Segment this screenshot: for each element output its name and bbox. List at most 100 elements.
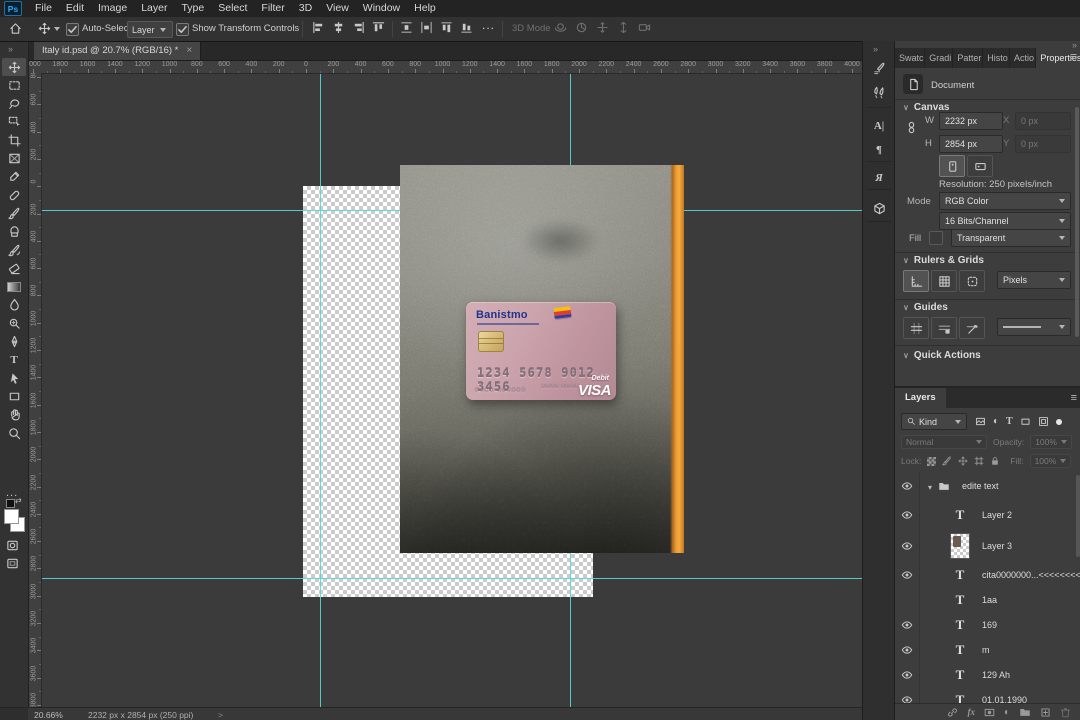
layer-visibility-cell[interactable]: [895, 612, 920, 637]
tool-hand[interactable]: [2, 406, 26, 424]
guide-vertical-1[interactable]: [320, 73, 321, 707]
menu-3d[interactable]: 3D: [292, 0, 319, 17]
paragraph-panel-icon[interactable]: ¶: [863, 139, 895, 161]
layer-name[interactable]: 129 Ah: [982, 670, 1010, 680]
ruler-horizontal[interactable]: 2000180016001400120010008006004002000200…: [28, 60, 862, 74]
layer-row[interactable]: T01.01.1990: [895, 687, 1080, 703]
mode-dropdown[interactable]: RGB Color: [939, 192, 1071, 210]
tool-move[interactable]: [2, 58, 26, 76]
collapse-toolbar-icon[interactable]: »: [8, 44, 12, 54]
tool-brush[interactable]: [2, 204, 26, 222]
layer-visibility-cell[interactable]: [895, 587, 920, 612]
layer-row[interactable]: TLayer 2: [895, 500, 1080, 530]
tool-lasso[interactable]: [2, 95, 26, 113]
align-icon-al1[interactable]: [312, 21, 325, 34]
foreground-color-swatch[interactable]: [4, 509, 19, 524]
guide-horizontal-1b[interactable]: [684, 210, 862, 211]
layer-filter-kind-dropdown[interactable]: Kind: [901, 413, 967, 430]
tab-swatc[interactable]: Swatc: [895, 48, 925, 68]
layer-mask-icon[interactable]: [984, 707, 995, 718]
eye-icon[interactable]: [901, 619, 913, 631]
menu-image[interactable]: Image: [91, 0, 134, 17]
layer-row[interactable]: T129 Ah: [895, 662, 1080, 688]
eye-icon[interactable]: [901, 540, 913, 552]
tool-hbrush[interactable]: [2, 241, 26, 259]
depth-dropdown[interactable]: 16 Bits/Channel: [939, 212, 1071, 230]
tool-eyedrop[interactable]: [2, 168, 26, 186]
close-tab-icon[interactable]: ×: [186, 45, 192, 56]
menu-edit[interactable]: Edit: [59, 0, 91, 17]
guide-horizontal-1a[interactable]: [41, 210, 400, 211]
guide-horizontal-2[interactable]: [41, 578, 862, 579]
tool-frame[interactable]: [2, 150, 26, 168]
ruler-vertical[interactable]: 8006004002000200400600800100012001400160…: [28, 73, 42, 707]
quick-mask-icon[interactable]: [6, 539, 19, 552]
layer-visibility-cell[interactable]: [895, 471, 920, 500]
eye-icon[interactable]: [901, 509, 913, 521]
tab-histo[interactable]: Histo: [983, 48, 1010, 68]
lock-transparency-icon[interactable]: [927, 457, 936, 466]
adjustment-filter-icon[interactable]: ◐: [993, 416, 999, 427]
brushes-panel-icon[interactable]: [863, 81, 895, 103]
tab-gradi[interactable]: Gradi: [925, 48, 953, 68]
distribute-icon-di1[interactable]: [400, 21, 413, 34]
layer-name[interactable]: 1aa: [982, 595, 997, 605]
tool-crop[interactable]: [2, 131, 26, 149]
distribute-icon-di4[interactable]: [460, 21, 473, 34]
layer-row[interactable]: Tcita0000000...<<<<<<<<0 d: [895, 562, 1080, 588]
adjustment-layer-icon[interactable]: ◐: [1004, 707, 1010, 718]
toggle-rulers-button[interactable]: [903, 270, 929, 292]
layer-row[interactable]: T1aa: [895, 587, 1080, 613]
tool-pathsel[interactable]: [2, 369, 26, 387]
tool-dodge[interactable]: [2, 314, 26, 332]
tab-actio[interactable]: Actio: [1010, 48, 1036, 68]
layer-row[interactable]: ▾edite text: [895, 471, 1080, 501]
height-field[interactable]: 2854 px: [939, 135, 1003, 153]
3d-panel-panel-icon[interactable]: [863, 197, 895, 219]
tool-objselect[interactable]: [2, 113, 26, 131]
guide-style-dropdown[interactable]: [997, 318, 1071, 336]
auto-select-target-dropdown[interactable]: Layer: [127, 21, 173, 38]
eye-icon[interactable]: [901, 694, 913, 704]
eye-icon[interactable]: [901, 669, 913, 681]
layer-fx-icon[interactable]: fx: [967, 707, 975, 717]
eye-icon[interactable]: [901, 644, 913, 656]
layer-name[interactable]: 01.01.1990: [982, 695, 1027, 704]
layer-visibility-cell[interactable]: [895, 500, 920, 529]
layers-menu-icon[interactable]: ≡: [1071, 392, 1077, 404]
guides-header[interactable]: ∨Guides: [903, 302, 948, 313]
layer-visibility-cell[interactable]: [895, 637, 920, 662]
menu-view[interactable]: View: [319, 0, 356, 17]
distribute-icon-di2[interactable]: [420, 21, 433, 34]
bank-card-layer[interactable]: Banistmo 1234 5678 9012 3456 ····· ·····…: [466, 302, 616, 400]
lock-all-icon[interactable]: [990, 456, 1000, 466]
auto-select-checkbox[interactable]: [66, 23, 79, 36]
fill-checkbox[interactable]: [929, 231, 943, 245]
layer-name[interactable]: cita0000000...<<<<<<<<0 d: [982, 570, 1080, 580]
clear-guides-button[interactable]: [959, 317, 985, 339]
layer-visibility-cell[interactable]: [895, 562, 920, 587]
layer-name[interactable]: m: [982, 645, 990, 655]
menu-select[interactable]: Select: [211, 0, 254, 17]
collapse-dock-icon[interactable]: »: [873, 44, 877, 54]
document-tab[interactable]: Italy id.psd @ 20.7% (RGB/16) * ×: [34, 41, 201, 60]
tab-patter[interactable]: Patter: [953, 48, 983, 68]
character-panel-icon[interactable]: A|: [863, 115, 895, 137]
pixel-filter-icon[interactable]: [975, 416, 986, 427]
glyphs-panel-icon[interactable]: Я: [863, 167, 895, 189]
tool-type[interactable]: T: [2, 351, 26, 369]
toggle-snap-button[interactable]: [959, 270, 985, 292]
shape-filter-icon[interactable]: [1020, 416, 1031, 427]
show-transform-checkbox[interactable]: [176, 23, 189, 36]
layer-name[interactable]: 169: [982, 620, 997, 630]
width-field[interactable]: 2232 px: [939, 112, 1003, 130]
delete-layer-icon[interactable]: [1060, 707, 1071, 718]
fill-dropdown[interactable]: Transparent: [951, 229, 1071, 247]
toggle-grid-button[interactable]: [931, 270, 957, 292]
menu-layer[interactable]: Layer: [134, 0, 174, 17]
canvas-viewport[interactable]: Banistmo 1234 5678 9012 3456 ····· ·····…: [28, 73, 862, 707]
align-icon-al2[interactable]: [332, 21, 345, 34]
tool-shape[interactable]: [2, 387, 26, 405]
tool-gradient[interactable]: [2, 278, 26, 296]
swap-colors-arrows-icon[interactable]: ⇄: [15, 496, 22, 505]
